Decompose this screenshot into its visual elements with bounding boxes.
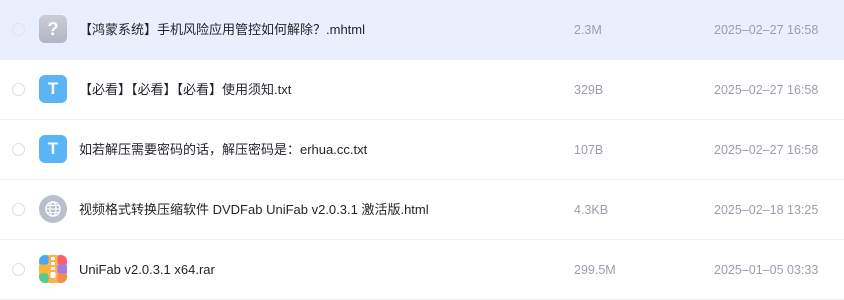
file-name[interactable]: 视频格式转换压缩软件 DVDFab UniFab v2.0.3.1 激活版.ht…	[79, 180, 429, 240]
row-checkbox[interactable]	[12, 143, 25, 156]
file-name[interactable]: 【鸿蒙系统】手机风险应用管控如何解除？.mhtml	[79, 0, 365, 60]
file-row[interactable]: T 如若解压需要密码的话，解压密码是：erhua.cc.txt 107B 202…	[0, 120, 844, 180]
file-date: 2025–02–27 16:58	[714, 83, 819, 97]
archive-file-icon	[39, 255, 67, 283]
file-size: 2.3M	[574, 23, 602, 37]
file-row[interactable]: ? 【鸿蒙系统】手机风险应用管控如何解除？.mhtml 2.3M 2025–02…	[0, 0, 844, 60]
text-file-icon: T	[39, 75, 67, 103]
row-checkbox[interactable]	[12, 263, 25, 276]
file-row[interactable]: UniFab v2.0.3.1 x64.rar 299.5M 2025–01–0…	[0, 240, 844, 300]
zip-archive-icon	[39, 255, 67, 283]
file-date: 2025–02–27 16:58	[714, 143, 819, 157]
unknown-file-icon: ?	[39, 15, 67, 43]
file-row[interactable]: 视频格式转换压缩软件 DVDFab UniFab v2.0.3.1 激活版.ht…	[0, 180, 844, 240]
file-name[interactable]: UniFab v2.0.3.1 x64.rar	[79, 240, 215, 300]
file-date: 2025–02–18 13:25	[714, 203, 819, 217]
globe-icon	[45, 201, 61, 217]
file-size: 329B	[574, 83, 604, 97]
row-checkbox[interactable]	[12, 203, 25, 216]
file-row[interactable]: T 【必看】【必看】【必看】使用须知.txt 329B 2025–02–27 1…	[0, 60, 844, 120]
row-checkbox[interactable]	[12, 83, 25, 96]
file-size: 107B	[574, 143, 604, 157]
web-file-icon	[39, 195, 67, 223]
file-date: 2025–01–05 03:33	[714, 263, 819, 277]
file-date: 2025–02–27 16:58	[714, 23, 819, 37]
file-name[interactable]: 【必看】【必看】【必看】使用须知.txt	[79, 60, 291, 120]
text-file-icon: T	[39, 135, 67, 163]
row-checkbox[interactable]	[12, 23, 25, 36]
file-name[interactable]: 如若解压需要密码的话，解压密码是：erhua.cc.txt	[79, 120, 367, 180]
file-list: ? 【鸿蒙系统】手机风险应用管控如何解除？.mhtml 2.3M 2025–02…	[0, 0, 844, 300]
file-size: 4.3KB	[574, 203, 609, 217]
file-size: 299.5M	[574, 263, 616, 277]
